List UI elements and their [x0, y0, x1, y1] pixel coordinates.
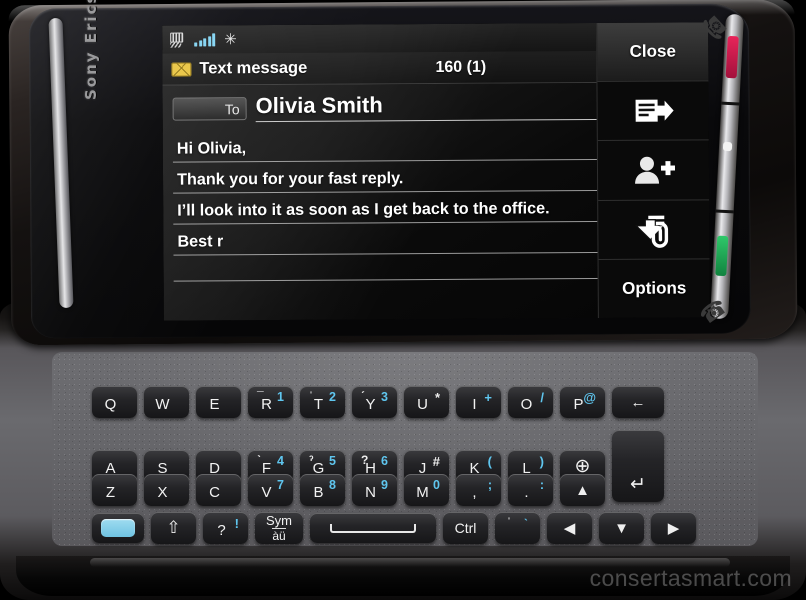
- apostrophe-key[interactable]: ˈˋ: [495, 512, 540, 544]
- key-x[interactable]: X: [144, 474, 189, 506]
- center-side-key[interactable]: [722, 141, 733, 152]
- key-w[interactable]: W: [144, 386, 189, 418]
- sym-label: Sym: [266, 513, 292, 528]
- keyboard-row-4: ⇧ ?! Sym àü Ctrl ˈˋ ◀ ▼ ▶: [92, 512, 703, 544]
- send-message-icon: [635, 99, 674, 123]
- key-c[interactable]: C: [196, 474, 241, 506]
- key-m[interactable]: M0: [404, 474, 449, 506]
- left-arrow-key[interactable]: ◀: [547, 512, 592, 544]
- options-label: Options: [622, 278, 687, 298]
- site-watermark: consertasmart.com: [589, 565, 792, 591]
- close-label: Close: [629, 41, 676, 61]
- insert-attachment-icon: [634, 215, 668, 248]
- key-period[interactable]: .:: [508, 474, 553, 506]
- key-o[interactable]: O /: [508, 386, 553, 418]
- keyboard-row-1: Q W E ¯ R 1 ˈT2 ˊY3 U * I + O / P @ ←: [92, 386, 671, 418]
- right-toolbar: Close Options: [596, 22, 710, 319]
- key-n[interactable]: N9: [352, 474, 397, 506]
- blue-pad-icon: [101, 519, 135, 537]
- enter-key[interactable]: ↵: [612, 430, 664, 502]
- accent-label: àü: [272, 528, 286, 543]
- up-arrow-key[interactable]: ▲: [560, 474, 605, 506]
- signal-bars-icon: [194, 32, 216, 46]
- brand-logo: Sony Ericsson: [82, 0, 100, 100]
- key-u[interactable]: U *: [404, 386, 449, 418]
- call-side-key[interactable]: [715, 235, 729, 277]
- blue-function-key[interactable]: [92, 513, 144, 543]
- key-t[interactable]: ˈT2: [300, 386, 345, 418]
- close-button[interactable]: Close: [597, 22, 709, 83]
- insert-attachment-button[interactable]: [598, 199, 710, 260]
- character-counter: 160 (1): [435, 58, 487, 76]
- key-y[interactable]: ˊY3: [352, 386, 397, 418]
- to-field-button[interactable]: To: [172, 97, 247, 121]
- options-button[interactable]: Options: [599, 259, 710, 318]
- key-p[interactable]: P @: [560, 386, 605, 418]
- shift-key[interactable]: ⇧: [151, 512, 196, 544]
- backspace-key[interactable]: ←: [612, 386, 664, 418]
- key-r[interactable]: ¯ R 1: [248, 386, 293, 418]
- end-call-side-key[interactable]: [725, 35, 739, 79]
- space-key[interactable]: [310, 513, 436, 543]
- page-title: Text message: [199, 58, 308, 78]
- no-network-icon: [170, 32, 185, 48]
- ctrl-key[interactable]: Ctrl: [443, 512, 488, 544]
- key-v[interactable]: V7: [248, 474, 293, 506]
- symbol-key[interactable]: Sym àü: [255, 512, 303, 544]
- add-contact-icon: [634, 156, 675, 184]
- send-message-button[interactable]: [597, 81, 709, 142]
- add-recipient-button[interactable]: [597, 140, 710, 201]
- phone-device: Sony Ericsson ☎ ☎ ✳ 10:19 am Text messag…: [0, 0, 806, 600]
- key-z[interactable]: Z: [92, 474, 137, 506]
- key-comma[interactable]: ,;: [456, 474, 501, 506]
- key-e[interactable]: E: [196, 386, 241, 418]
- question-key[interactable]: ?!: [203, 512, 248, 544]
- right-arrow-key[interactable]: ▶: [651, 512, 696, 544]
- key-i[interactable]: I +: [456, 386, 501, 418]
- keyboard-row-3: Z X C V7 B8 N9 M0 ,; .: ▲: [92, 474, 612, 506]
- phone-screen: ✳ 10:19 am Text message 160 (1) abc To O…: [162, 22, 710, 321]
- key-b[interactable]: B8: [300, 474, 345, 506]
- key-q[interactable]: Q: [92, 386, 137, 418]
- down-arrow-key[interactable]: ▼: [599, 512, 644, 544]
- bluetooth-icon: ✳: [224, 29, 237, 48]
- envelope-icon: [171, 61, 192, 77]
